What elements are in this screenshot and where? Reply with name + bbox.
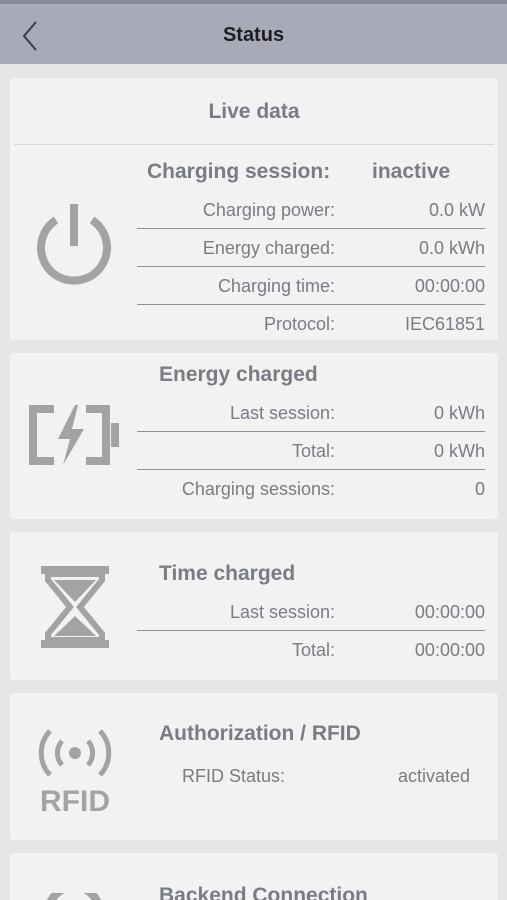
- charging-session-value: inactive: [372, 160, 451, 183]
- data-row: Protocol: IEC61851: [137, 305, 485, 343]
- row-label: Last session:: [229, 602, 335, 622]
- data-row: Last session: 00:00:00: [137, 593, 485, 631]
- charging-session-label: Charging session:: [147, 160, 331, 183]
- power-icon: [37, 204, 111, 285]
- backend-connection-heading: Backend Connection: [159, 884, 368, 900]
- row-label: Total:: [291, 441, 335, 461]
- row-label: Energy charged:: [202, 238, 335, 258]
- row-value: IEC61851: [404, 314, 485, 334]
- data-row: Charging time: 00:00:00: [137, 267, 485, 305]
- energy-charged-card: Energy charged Last session: 0 kWh Total…: [10, 353, 498, 519]
- battery-charging-icon: [29, 405, 119, 465]
- data-row: Total: 00:00:00: [137, 631, 485, 669]
- data-row: Energy charged: 0.0 kWh: [137, 229, 485, 267]
- hourglass-icon: [41, 566, 109, 648]
- row-value: 0 kWh: [433, 403, 485, 423]
- row-value: 0.0 kW: [428, 200, 485, 220]
- rfid-status-value: activated: [397, 766, 470, 786]
- row-label: Last session:: [229, 403, 335, 423]
- authorization-card: RFID Authorization / RFID RFID Status: a…: [10, 693, 498, 840]
- divider: [14, 144, 494, 145]
- row-value: 0 kWh: [433, 441, 485, 461]
- energy-charged-heading: Energy charged: [159, 363, 318, 386]
- row-value: 00:00:00: [414, 602, 485, 622]
- row-value: 0.0 kWh: [418, 238, 485, 258]
- time-charged-card: Time charged Last session: 00:00:00 Tota…: [10, 532, 498, 680]
- authorization-heading: Authorization / RFID: [159, 722, 361, 745]
- row-value: 00:00:00: [414, 276, 485, 296]
- rfid-icon-text: RFID: [40, 785, 110, 815]
- page-title: Status: [222, 24, 285, 46]
- data-row: Charging sessions: 0: [137, 470, 485, 508]
- row-label: Charging power:: [202, 200, 335, 220]
- nav-bar: Status: [0, 0, 507, 64]
- backend-icon: [46, 893, 102, 900]
- live-data-heading: Live data: [208, 100, 300, 123]
- data-row: Total: 0 kWh: [137, 432, 485, 470]
- row-label: Charging time:: [217, 276, 335, 296]
- rfid-status-label: RFID Status:: [182, 766, 286, 786]
- live-data-card: Live data Charging session: inactive Cha…: [10, 78, 498, 340]
- row-value: 0: [474, 479, 485, 499]
- row-value: 00:00:00: [414, 640, 485, 660]
- backend-connection-card: Backend Connection: [10, 853, 498, 900]
- row-label: Charging sessions:: [181, 479, 335, 499]
- row-label: Protocol:: [263, 314, 335, 334]
- time-charged-heading: Time charged: [159, 562, 296, 585]
- rfid-icon: RFID: [38, 729, 112, 815]
- data-row: Last session: 0 kWh: [137, 394, 485, 432]
- row-label: Total:: [291, 640, 335, 660]
- data-row: Charging power: 0.0 kW: [137, 191, 485, 229]
